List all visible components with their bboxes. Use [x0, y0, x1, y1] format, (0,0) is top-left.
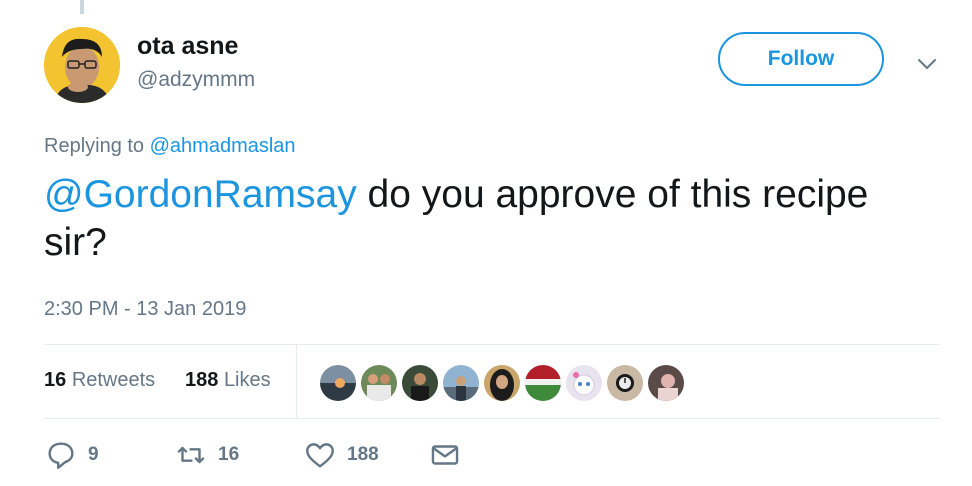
envelope-icon	[431, 445, 459, 465]
author-avatar[interactable]	[44, 27, 120, 103]
tweet-text: @GordonRamsay do you approve of this rec…	[44, 171, 924, 267]
reply-count: 9	[88, 444, 99, 465]
retweets-stat[interactable]: 16 Retweets	[44, 369, 155, 392]
tweet-timestamp[interactable]: 2:30 PM - 13 Jan 2019	[44, 298, 246, 321]
follow-button[interactable]: Follow	[718, 32, 884, 86]
reply-context-mention[interactable]: @ahmadmaslan	[150, 135, 296, 157]
reply-context-prefix: Replying to	[44, 135, 145, 157]
reply-context: Replying to @ahmadmaslan	[44, 135, 296, 158]
stats-divider-vertical	[296, 345, 297, 418]
tweet-mention[interactable]: @GordonRamsay	[44, 173, 357, 216]
liker-avatar-watch[interactable]	[605, 363, 645, 403]
thread-connector-line	[80, 0, 84, 14]
liker-avatar-group[interactable]	[359, 363, 399, 403]
liker-avatar-stadium[interactable]	[523, 363, 563, 403]
reply-icon	[48, 442, 74, 469]
stats-divider-bottom	[44, 418, 940, 419]
chevron-down-icon[interactable]	[915, 52, 939, 76]
liker-avatar-person[interactable]	[400, 363, 440, 403]
message-action[interactable]	[428, 438, 462, 472]
retweet-action[interactable]: 16	[174, 438, 239, 472]
liker-avatars	[318, 363, 687, 403]
likes-count: 188	[185, 369, 219, 391]
like-count: 188	[347, 444, 379, 465]
reply-action[interactable]: 9	[44, 438, 99, 472]
liker-avatar-selfie[interactable]	[646, 363, 686, 403]
heart-icon	[306, 443, 334, 468]
liker-avatar-sunset[interactable]	[318, 363, 358, 403]
likes-label: Likes	[223, 369, 271, 391]
author-handle[interactable]: @adzymmm	[137, 68, 255, 92]
retweet-icon	[177, 446, 205, 464]
liker-avatar-hijab[interactable]	[482, 363, 522, 403]
retweet-count: 16	[218, 444, 240, 465]
likes-stat[interactable]: 188 Likes	[185, 369, 271, 392]
stats-divider-top	[44, 344, 940, 345]
avatar-image	[44, 27, 120, 103]
liker-avatar-cat[interactable]	[564, 363, 604, 403]
liker-avatar-outdoor[interactable]	[441, 363, 481, 403]
retweets-label: Retweets	[71, 369, 156, 391]
like-action[interactable]: 188	[303, 438, 379, 472]
retweets-count: 16	[44, 369, 67, 391]
author-name[interactable]: ota asne	[137, 32, 238, 61]
